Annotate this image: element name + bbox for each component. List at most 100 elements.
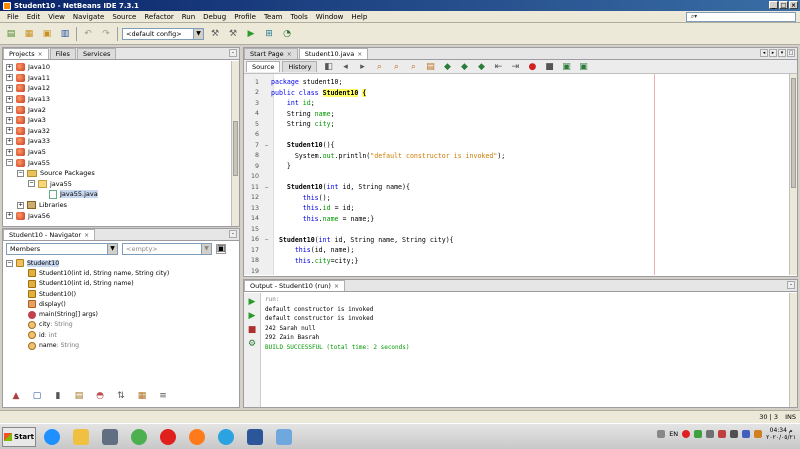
last-edit-icon[interactable]: ◧ [321,60,335,74]
collapse-icon[interactable]: − [17,169,24,177]
expand-icon[interactable]: + [6,137,13,145]
save-all-icon[interactable]: ▥ [58,27,72,41]
minimize-panel-button[interactable]: – [787,281,795,289]
taskbar-app[interactable] [39,426,65,448]
navigator-member[interactable]: id : int [6,330,239,340]
menu-refactor[interactable]: Refactor [140,13,177,21]
expand-icon[interactable]: + [6,106,13,114]
scroll-right-icon[interactable]: ▸ [769,49,777,57]
scroll-left-icon[interactable]: ◂ [760,49,768,57]
rerun-params-icon[interactable]: ▶ [245,309,259,323]
find-prev-icon[interactable]: ⌕ [372,60,386,74]
subtab-history[interactable]: History [282,61,318,72]
filter-innerclass-icon[interactable]: ◓ [93,389,107,403]
tree-item[interactable]: Java55.java [6,189,239,200]
tree-item[interactable]: − java55 [6,179,239,190]
prev-bookmark-icon[interactable]: ◆ [440,60,454,74]
tree-item[interactable]: + Java56 [6,210,239,221]
collapse-icon[interactable]: − [6,159,13,167]
keyboard-icon[interactable] [657,430,666,438]
back-icon[interactable]: ◂ [338,60,352,74]
expand-icon[interactable]: + [17,201,24,209]
rerun-icon[interactable]: ▶ [245,295,259,309]
fold-icon[interactable]: − [262,184,271,191]
filter-inherited-icon[interactable]: ▤ [72,389,86,403]
maximize-button[interactable]: □ [779,1,788,9]
new-project-icon[interactable]: ▦ [22,27,36,41]
language-indicator[interactable]: EN [669,430,678,438]
filter-static-icon[interactable]: ▢ [30,389,44,403]
expand-icon[interactable]: + [6,74,13,82]
flag-icon[interactable] [742,430,751,438]
clock[interactable]: 04:34 م ٢٠٢٠/٠٥/٢١ [766,427,796,441]
expand-icon[interactable]: + [6,95,13,103]
tree-item[interactable]: + Java11 [6,73,239,84]
tab-projects[interactable]: Projects × [3,48,49,59]
tree-item[interactable]: + Java33 [6,136,239,147]
close-icon[interactable]: × [84,232,89,239]
taskbar-app[interactable] [242,426,268,448]
uncomment-icon[interactable]: ▣ [576,60,590,74]
menu-window[interactable]: Window [312,13,348,21]
undo-icon[interactable]: ↶ [81,27,95,41]
clean-build-icon[interactable]: ⚒ [226,27,240,41]
menu-profile[interactable]: Profile [230,13,260,21]
collapse-icon[interactable]: − [6,259,13,267]
network-icon[interactable] [730,430,739,438]
taskbar-app[interactable] [184,426,210,448]
taskbar-app[interactable] [97,426,123,448]
shift-left-icon[interactable]: ⇤ [491,60,505,74]
taskbar-app[interactable] [213,426,239,448]
menu-view[interactable]: View [44,13,69,21]
debug-icon[interactable]: ⊞ [262,27,276,41]
expand-icon[interactable]: + [6,116,13,124]
tree-item[interactable]: + Libraries [6,200,239,211]
subtab-source[interactable]: Source [246,61,281,72]
minimize-panel-button[interactable]: – [229,49,237,57]
filter-fields-icon[interactable]: ▲ [9,389,23,403]
antivirus-icon[interactable] [754,430,763,438]
new-file-icon[interactable]: ▤ [4,27,18,41]
navigator-member[interactable]: display() [6,299,239,309]
taskbar-app[interactable] [155,426,181,448]
expand-icon[interactable]: + [6,84,13,92]
tree-item[interactable]: + Java10 [6,62,239,73]
settings-icon[interactable]: ⚙ [245,337,259,351]
code-area[interactable]: 1 package student10; 2 public class Student… [244,74,797,275]
navigator-options-icon[interactable]: ▣ [216,244,226,254]
menu-debug[interactable]: Debug [199,13,230,21]
tab-navigator[interactable]: Student10 - Navigator × [3,229,96,240]
maximize-panel-button[interactable]: □ [787,49,795,57]
scroll-thumb[interactable] [791,78,796,188]
navigator-member[interactable]: city : String [6,320,239,330]
forward-icon[interactable]: ▸ [355,60,369,74]
collapse-icon[interactable]: − [28,180,35,188]
tree-item[interactable]: + Java13 [6,94,239,105]
members-select[interactable]: Members ▼ [6,243,118,255]
tree-item[interactable]: + Java5 [6,147,239,158]
projects-scrollbar[interactable] [231,61,239,226]
menu-help[interactable]: Help [347,13,371,21]
find-selection-icon[interactable]: ⌕ [406,60,420,74]
close-icon[interactable]: × [357,51,362,58]
scroll-thumb[interactable] [233,121,238,176]
navigator-member[interactable]: name : String [6,340,239,350]
open-project-icon[interactable]: ▣ [40,27,54,41]
tab-services[interactable]: Services [76,48,117,59]
navigator-member[interactable]: Student10 (int id, String name) [6,279,239,289]
menu-file[interactable]: File [3,13,23,21]
stop-icon[interactable]: ■ [245,323,259,337]
toggle-highlight-icon[interactable]: ▤ [423,60,437,74]
navigator-root[interactable]: − Student10 [6,258,239,268]
opera-tray-icon[interactable] [682,430,691,438]
security-icon[interactable] [718,430,727,438]
tab-start-page[interactable]: Start Page × [244,48,298,59]
volume-icon[interactable] [706,430,715,438]
close-button[interactable]: × [789,1,798,9]
expand-icon[interactable]: + [6,127,13,135]
tab-student10-java[interactable]: Student10.java × [298,48,369,59]
shift-right-icon[interactable]: ⇥ [508,60,522,74]
empty-select[interactable]: <empty> ▼ [122,243,212,255]
comment-icon[interactable]: ▣ [559,60,573,74]
menu-run[interactable]: Run [178,13,199,21]
